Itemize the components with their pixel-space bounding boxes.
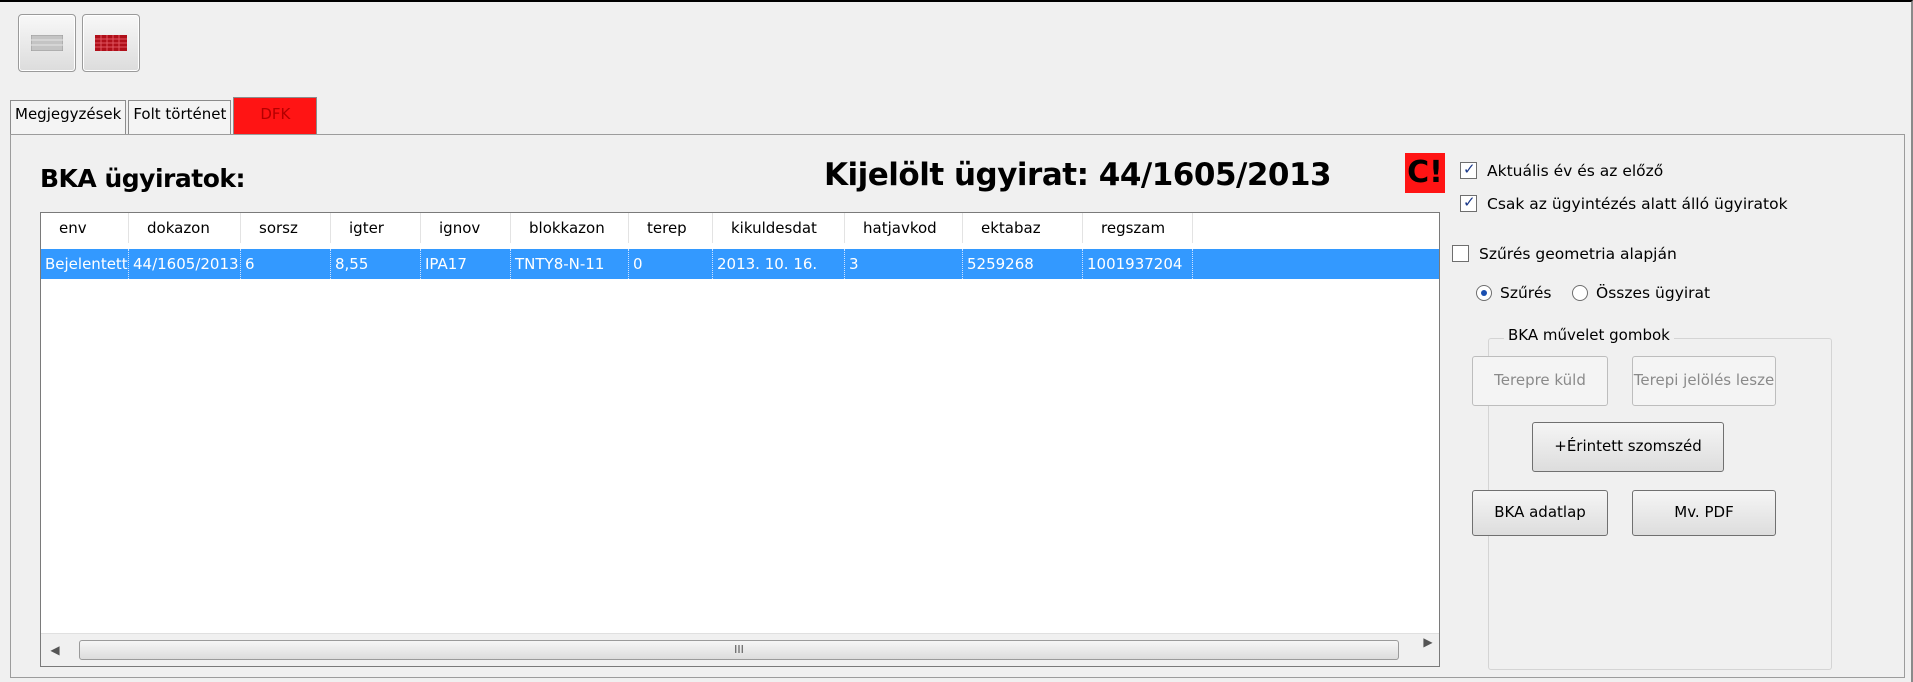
send-to-field-button[interactable]: Terepre küld [1472,356,1608,406]
filter-current-year[interactable]: Aktuális év és az előző [1460,160,1664,180]
radio-all-label: Összes ügyirat [1596,284,1711,302]
bka-action-group-label: BKA művelet gombok [1504,326,1674,344]
column-header-env[interactable]: env [41,213,129,243]
table-view-button[interactable] [18,14,76,72]
column-header-regszam[interactable]: regszam [1083,213,1193,243]
table-row[interactable]: Bejelentett 44/1605/2013 6 8,55 IPA17 TN… [41,249,1439,279]
tab-dfk[interactable]: DFK [233,97,318,135]
cell-kikuldesdat: 2013. 10. 16. [713,249,845,279]
radio-all[interactable]: Összes ügyirat [1572,284,1710,302]
checkbox-checked-icon[interactable] [1460,193,1477,212]
tab-megjegyzesek[interactable]: Megjegyzések [10,100,127,135]
cell-ektabaz: 5259268 [963,249,1083,279]
field-marking-button[interactable]: Terepi jelölés lesze [1632,356,1776,406]
radio-filter-label: Szűrés [1500,284,1552,302]
checkbox-checked-icon[interactable] [1460,160,1477,179]
grid-view-button[interactable] [82,14,140,72]
filter-in-progress-label: Csak az ügyintézés alatt álló ügyiratok [1487,195,1788,213]
column-header-sorsz[interactable]: sorsz [241,213,331,243]
radio-filter[interactable]: Szűrés [1476,284,1551,302]
bka-datasheet-button[interactable]: BKA adatlap [1472,490,1608,536]
grey-table-icon [31,35,63,51]
affected-neighbor-button[interactable]: +Érintett szomszéd [1532,422,1724,472]
column-header-igter[interactable]: igter [331,213,421,243]
filter-in-progress[interactable]: Csak az ügyintézés alatt álló ügyiratok [1460,193,1788,213]
tab-folt-tortenet[interactable]: Folt történet [128,100,232,135]
scroll-right-icon[interactable]: ▶ [1420,634,1436,650]
column-header-ektabaz[interactable]: ektabaz [963,213,1083,243]
grid-header: env dokazon sorsz igter ignov blokkazon … [41,213,1439,243]
cell-hatjavkod: 3 [845,249,963,279]
selected-case-title: Kijelölt ügyirat: 44/1605/2013 [824,157,1332,193]
column-header-hatjavkod[interactable]: hatjavkod [845,213,963,243]
column-header-kikuldesdat[interactable]: kikuldesdat [713,213,845,243]
filter-geometry[interactable]: Szűrés geometria alapján [1452,245,1677,263]
tab-strip: Megjegyzések Folt történet DFK [10,97,319,135]
filter-geometry-label: Szűrés geometria alapján [1479,245,1677,263]
cell-regszam: 1001937204 [1083,249,1193,279]
column-header-blokkazon[interactable]: blokkazon [511,213,629,243]
column-header-terep[interactable]: terep [629,213,713,243]
filter-current-year-label: Aktuális év és az előző [1487,162,1664,180]
checkbox-unchecked-icon[interactable] [1452,245,1469,262]
radio-selected-icon[interactable] [1476,285,1492,301]
cell-ignov: IPA17 [421,249,511,279]
horizontal-scrollbar[interactable]: ◀ III [41,633,1439,666]
cases-grid[interactable]: env dokazon sorsz igter ignov blokkazon … [40,212,1440,667]
red-grid-icon [95,35,127,51]
cell-terep: 0 [629,249,713,279]
mv-pdf-button[interactable]: Mv. PDF [1632,490,1776,536]
radio-unselected-icon[interactable] [1572,285,1588,301]
column-header-ignov[interactable]: ignov [421,213,511,243]
cell-sorsz: 6 [241,249,331,279]
scroll-left-icon[interactable]: ◀ [47,642,63,658]
scroll-thumb[interactable]: III [79,640,1399,660]
warning-badge[interactable]: C! [1405,153,1445,193]
cell-dokazon: 44/1605/2013 [129,249,241,279]
section-title: BKA ügyiratok: [40,164,246,193]
cell-igter: 8,55 [331,249,421,279]
cell-env: Bejelentett [41,249,129,279]
column-header-dokazon[interactable]: dokazon [129,213,241,243]
cell-blokkazon: TNTY8-N-11 [511,249,629,279]
